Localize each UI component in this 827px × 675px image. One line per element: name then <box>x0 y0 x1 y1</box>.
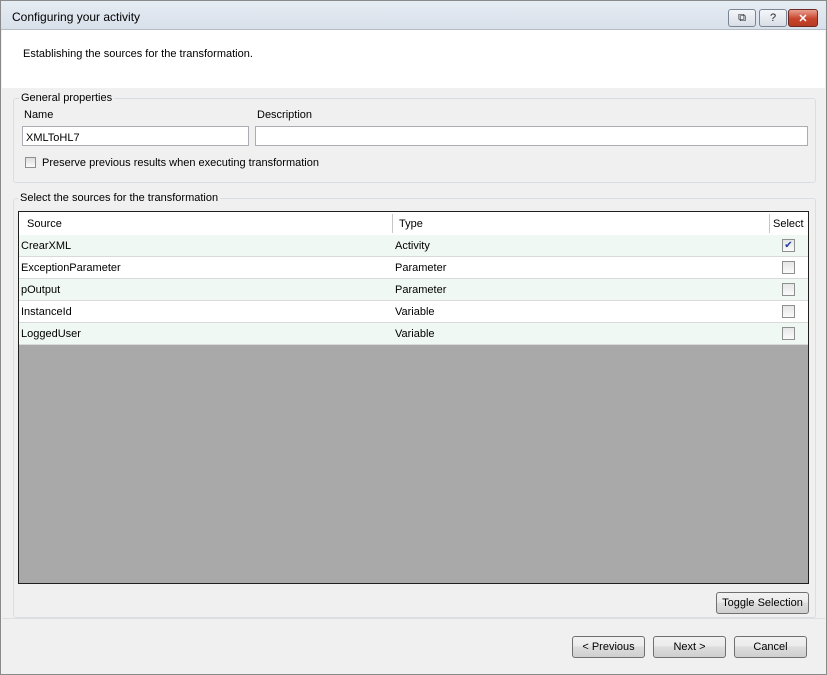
table-row[interactable]: InstanceId Variable <box>19 301 808 323</box>
name-label: Name <box>24 109 54 121</box>
toggle-selection-button[interactable]: Toggle Selection <box>716 592 809 614</box>
cancel-label: Cancel <box>753 641 788 653</box>
source-cell: LoggedUser <box>21 328 81 340</box>
description-field[interactable] <box>255 126 808 146</box>
next-label: Next > <box>673 641 706 653</box>
type-cell: Parameter <box>395 284 447 296</box>
preserve-results-checkbox[interactable] <box>25 157 36 168</box>
select-checkbox[interactable] <box>782 261 795 274</box>
window-title: Configuring your activity <box>12 10 141 24</box>
preserve-results-label: Preserve previous results when executing… <box>42 157 319 169</box>
table-row[interactable]: ExceptionParameter Parameter <box>19 257 808 279</box>
toggle-selection-label: Toggle Selection <box>722 597 803 609</box>
help-button[interactable]: ? <box>759 9 787 27</box>
help-icon: ? <box>769 12 777 24</box>
title-bar: Configuring your activity ⧉ ? ✕ <box>1 1 826 30</box>
previous-button[interactable]: < Previous <box>572 636 645 658</box>
select-checkbox[interactable]: ✔ <box>782 239 795 252</box>
select-checkbox[interactable] <box>782 305 795 318</box>
sources-group-label: Select the sources for the transformatio… <box>18 192 221 204</box>
source-cell: InstanceId <box>21 306 72 318</box>
column-header-source[interactable]: Source <box>27 212 62 235</box>
type-cell: Parameter <box>395 262 447 274</box>
sources-grid: Source Type Select CrearXML Activity ✔ E… <box>18 211 809 584</box>
source-cell: pOutput <box>21 284 61 296</box>
description-label: Description <box>257 109 313 121</box>
type-cell: Variable <box>395 328 435 340</box>
source-cell: CrearXML <box>21 240 72 252</box>
checkmark-icon: ✔ <box>784 239 793 251</box>
type-cell: Activity <box>395 240 430 252</box>
source-cell: ExceptionParameter <box>21 262 121 274</box>
cancel-button[interactable]: Cancel <box>734 636 807 658</box>
footer-divider <box>2 618 825 619</box>
close-icon: ✕ <box>798 12 808 25</box>
close-button[interactable]: ✕ <box>788 9 818 27</box>
column-header-select[interactable]: Select <box>773 212 804 235</box>
table-row[interactable]: pOutput Parameter <box>19 279 808 301</box>
type-cell: Variable <box>395 306 435 318</box>
next-button[interactable]: Next > <box>653 636 726 658</box>
column-divider <box>392 214 393 233</box>
name-field[interactable] <box>22 126 249 146</box>
select-checkbox[interactable] <box>782 327 795 340</box>
column-header-type[interactable]: Type <box>399 212 423 235</box>
previous-label: < Previous <box>582 641 635 653</box>
header-description: Establishing the sources for the transfo… <box>23 48 253 60</box>
configure-activity-dialog: Configuring your activity ⧉ ? ✕ Establis… <box>0 0 827 675</box>
column-divider <box>769 214 770 233</box>
restore-button[interactable]: ⧉ <box>728 9 756 27</box>
general-properties-label: General properties <box>19 92 115 104</box>
select-checkbox[interactable] <box>782 283 795 296</box>
table-row[interactable]: CrearXML Activity ✔ <box>19 235 808 257</box>
grid-header: Source Type Select <box>19 212 808 236</box>
header-band: Establishing the sources for the transfo… <box>2 30 825 88</box>
restore-icon: ⧉ <box>738 11 746 24</box>
table-row[interactable]: LoggedUser Variable <box>19 323 808 345</box>
